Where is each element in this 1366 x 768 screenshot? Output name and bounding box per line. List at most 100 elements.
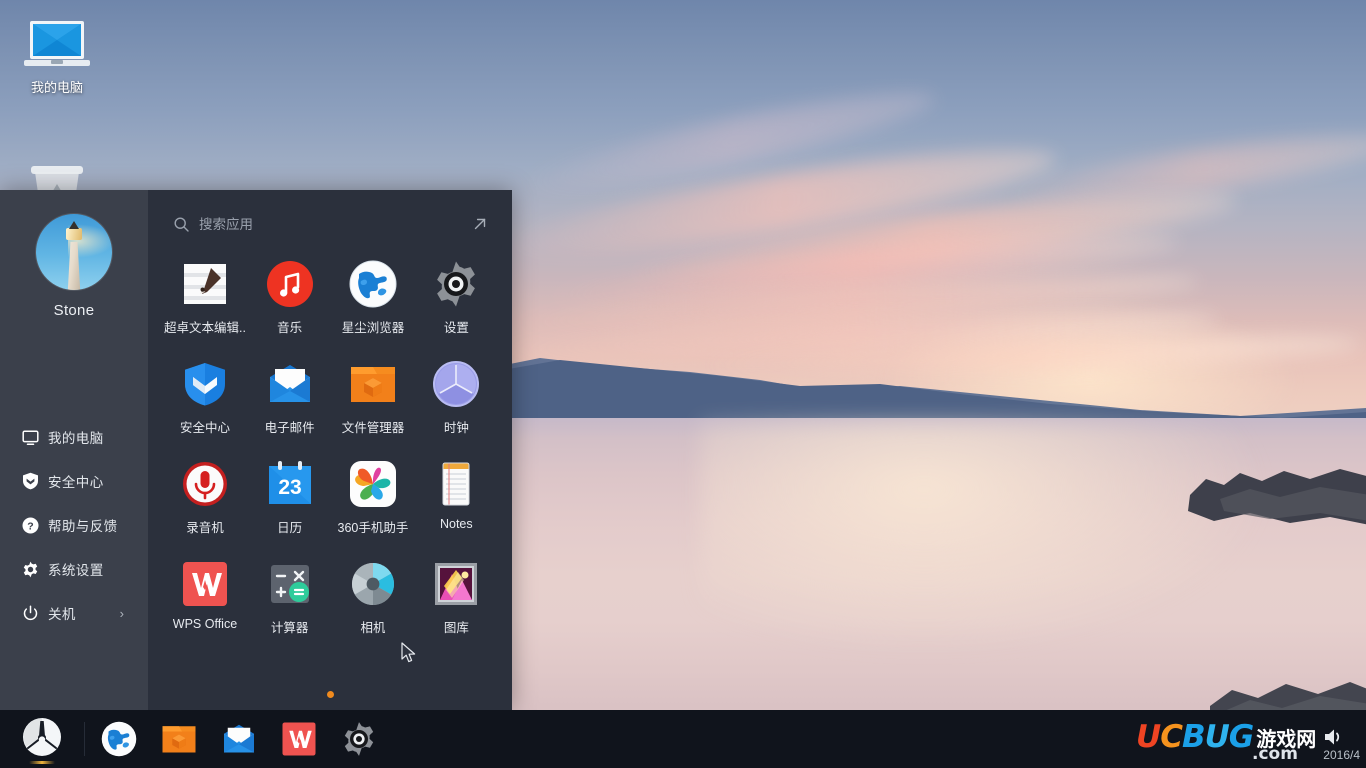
svg-text:?: ? bbox=[27, 520, 33, 532]
app-tile-gallery[interactable]: 图库 bbox=[415, 552, 498, 642]
notes-icon bbox=[432, 460, 480, 508]
app-tile-file-manager[interactable]: 文件管理器 bbox=[331, 352, 414, 442]
user-name: Stone bbox=[53, 302, 95, 319]
clock-icon bbox=[432, 360, 480, 408]
email-envelope-icon bbox=[221, 721, 257, 757]
360-assistant-icon bbox=[349, 460, 397, 508]
wps-office-icon bbox=[281, 721, 317, 757]
app-tile-clock[interactable]: 时钟 bbox=[415, 352, 498, 442]
app-tile-browser[interactable]: 星尘浏览器 bbox=[331, 252, 414, 342]
start-menu-button[interactable] bbox=[0, 710, 84, 768]
page-indicator bbox=[148, 691, 512, 698]
calculator-icon bbox=[266, 560, 314, 608]
taskbar-separator bbox=[84, 722, 85, 756]
wallpaper-lake-glow bbox=[700, 420, 1260, 650]
app-label: 录音机 bbox=[186, 521, 224, 535]
text-editor-icon bbox=[181, 260, 229, 308]
app-tile-music[interactable]: 音乐 bbox=[248, 252, 331, 342]
app-tile-calculator[interactable]: 计算器 bbox=[248, 552, 331, 642]
security-shield-icon bbox=[181, 360, 229, 408]
launcher-sidebar: Stone 我的电脑 安全中心 ? 帮助与反馈 系统设置 关机 › bbox=[0, 190, 148, 710]
app-tile-recorder[interactable]: 录音机 bbox=[162, 452, 248, 542]
sidebar-item-shutdown[interactable]: 关机 › bbox=[0, 591, 148, 635]
taskbar-item-email[interactable] bbox=[209, 710, 269, 768]
app-tile-security-center[interactable]: 安全中心 bbox=[162, 352, 248, 442]
app-label: WPS Office bbox=[172, 617, 238, 631]
app-label: 超卓文本编辑.. bbox=[164, 321, 246, 335]
desktop-icon-my-computer[interactable]: 我的电脑 bbox=[2, 14, 112, 95]
app-tile-email[interactable]: 电子邮件 bbox=[248, 352, 331, 442]
app-tile-notes[interactable]: Notes bbox=[415, 452, 498, 542]
sidebar-item-label: 帮助与反馈 bbox=[48, 519, 118, 534]
sidebar-item-system-settings[interactable]: 系统设置 bbox=[0, 547, 148, 591]
sidebar-item-security-center[interactable]: 安全中心 bbox=[0, 459, 148, 503]
taskbar-item-file-manager[interactable] bbox=[149, 710, 209, 768]
desktop-icon-label: 我的电脑 bbox=[30, 80, 83, 95]
shield-icon bbox=[22, 472, 48, 490]
monitor-icon bbox=[22, 429, 48, 446]
app-label: 360手机助手 bbox=[337, 521, 409, 535]
taskbar-item-wps-office[interactable] bbox=[269, 710, 329, 768]
page-dot-active[interactable] bbox=[326, 691, 334, 698]
volume-button[interactable] bbox=[1312, 710, 1356, 768]
chevron-right-icon: › bbox=[119, 605, 124, 621]
app-tile-text-editor[interactable]: 超卓文本编辑.. bbox=[162, 252, 248, 342]
app-tile-settings[interactable]: 设置 bbox=[415, 252, 498, 342]
power-icon bbox=[22, 605, 48, 622]
email-envelope-icon bbox=[266, 360, 314, 408]
taskbar-item-browser[interactable] bbox=[89, 710, 149, 768]
search-icon bbox=[174, 216, 189, 232]
sidebar-item-my-computer[interactable]: 我的电脑 bbox=[0, 415, 148, 459]
app-label: 计算器 bbox=[270, 621, 309, 635]
question-circle-icon: ? bbox=[22, 517, 48, 534]
app-label: Notes bbox=[439, 517, 473, 531]
start-menu-icon bbox=[22, 717, 62, 762]
avatar[interactable] bbox=[36, 214, 112, 290]
taskbar bbox=[0, 710, 1366, 768]
microphone-icon bbox=[181, 460, 229, 508]
sidebar-item-label: 安全中心 bbox=[48, 475, 104, 490]
search-bar bbox=[148, 200, 512, 248]
sidebar-item-label: 我的电脑 bbox=[48, 431, 104, 446]
gallery-icon bbox=[432, 560, 480, 608]
system-tray bbox=[1312, 710, 1366, 768]
app-label: 图库 bbox=[443, 621, 469, 635]
app-label: 时钟 bbox=[443, 421, 469, 435]
app-label: 相机 bbox=[360, 621, 386, 635]
browser-globe-icon bbox=[349, 260, 397, 308]
volume-icon bbox=[1323, 727, 1345, 752]
taskbar-item-settings[interactable] bbox=[329, 710, 389, 768]
wallpaper-rocks bbox=[1188, 469, 1366, 525]
sidebar-menu: 我的电脑 安全中心 ? 帮助与反馈 系统设置 关机 › bbox=[0, 415, 148, 635]
start-menu-launcher: Stone 我的电脑 安全中心 ? 帮助与反馈 系统设置 关机 › 搜索应用 超… bbox=[0, 190, 512, 710]
file-manager-icon bbox=[349, 360, 397, 408]
app-label: 音乐 bbox=[277, 321, 303, 335]
music-icon bbox=[266, 260, 314, 308]
wps-office-icon bbox=[181, 560, 229, 608]
svg-text:23: 23 bbox=[278, 476, 301, 499]
browser-globe-icon bbox=[101, 721, 137, 757]
sidebar-item-label: 关机 bbox=[48, 607, 76, 622]
launcher-app-panel: 超卓文本编辑.. 音乐 bbox=[148, 190, 512, 710]
app-label: 设置 bbox=[443, 321, 469, 335]
app-grid: 超卓文本编辑.. 音乐 星尘浏览器 设置 安全中心 电子邮件 文件管理器 时钟 … bbox=[148, 248, 512, 642]
sidebar-item-label: 系统设置 bbox=[48, 563, 104, 578]
app-tile-wps-office[interactable]: WPS Office bbox=[162, 552, 248, 642]
app-label: 日历 bbox=[277, 521, 303, 535]
app-label: 星尘浏览器 bbox=[341, 321, 405, 335]
app-label: 文件管理器 bbox=[341, 421, 405, 435]
settings-gear-icon bbox=[432, 260, 480, 308]
sidebar-item-help-feedback[interactable]: ? 帮助与反馈 bbox=[0, 503, 148, 547]
app-tile-360-assistant[interactable]: 360手机助手 bbox=[331, 452, 414, 542]
search-input[interactable] bbox=[199, 216, 468, 232]
expand-arrow-icon[interactable] bbox=[468, 212, 492, 236]
settings-gear-icon bbox=[341, 721, 377, 757]
calendar-icon: 23 bbox=[266, 460, 314, 508]
app-label: 安全中心 bbox=[179, 421, 230, 435]
app-tile-calendar[interactable]: 23 日历 bbox=[248, 452, 331, 542]
camera-icon bbox=[349, 560, 397, 608]
gear-icon bbox=[22, 561, 48, 578]
computer-icon bbox=[2, 14, 112, 76]
app-label: 电子邮件 bbox=[264, 421, 315, 435]
app-tile-camera[interactable]: 相机 bbox=[331, 552, 414, 642]
